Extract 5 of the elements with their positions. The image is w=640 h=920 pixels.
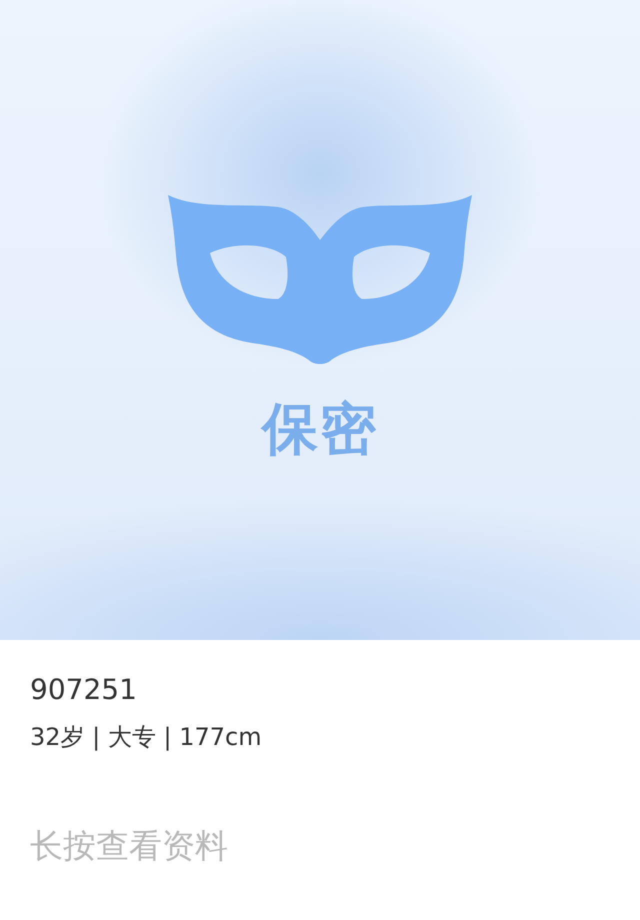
- long-press-hint: 长按查看资料: [30, 825, 228, 867]
- privacy-label: 保密: [262, 396, 378, 464]
- user-details: 32岁 | 大专 | 177cm: [30, 722, 262, 753]
- user-id: 907251: [30, 672, 137, 708]
- mask-icon: [168, 195, 472, 365]
